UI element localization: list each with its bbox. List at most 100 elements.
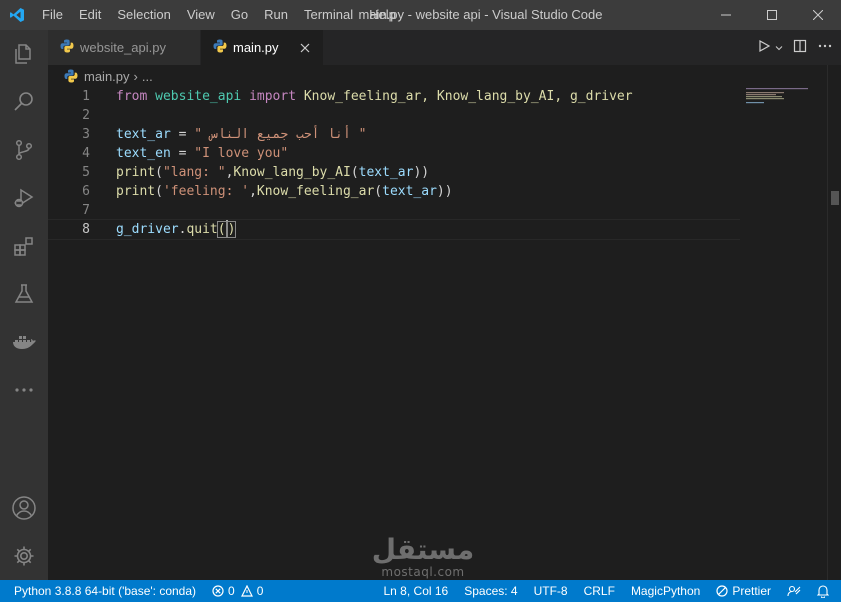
warning-icon (240, 585, 253, 597)
menu-selection[interactable]: Selection (109, 0, 178, 30)
prettier-disabled-icon (716, 585, 728, 597)
feedback-icon[interactable] (779, 580, 809, 602)
explorer-icon[interactable] (0, 30, 48, 78)
editor-more-actions-icon[interactable] (817, 39, 833, 56)
menu-view[interactable]: View (179, 0, 223, 30)
run-file-icon[interactable] (757, 39, 771, 56)
variable: text_ar (116, 127, 171, 142)
menu-run[interactable]: Run (256, 0, 296, 30)
warning-count: 0 (256, 584, 264, 598)
python-file-icon (213, 39, 227, 56)
maximize-icon[interactable] (749, 0, 795, 30)
function-name: Know_feeling_ar (256, 184, 375, 199)
cursor-position[interactable]: Ln 8, Col 16 (376, 580, 457, 602)
problems-indicator[interactable]: 0 0 (204, 580, 271, 602)
line-number: 4 (82, 146, 90, 161)
function-name: print (116, 184, 156, 199)
punctuation: ( (350, 165, 359, 180)
tab-label: website_api.py (80, 40, 166, 55)
title-bar: File Edit Selection View Go Run Terminal… (0, 0, 841, 30)
notifications-bell-icon[interactable] (809, 580, 841, 602)
code-line: 5 print("lang: ",Know_lang_by_AI(text_ar… (48, 163, 740, 182)
run-dropdown-chevron-icon[interactable] (775, 40, 783, 55)
tab-main-py[interactable]: main.py (201, 30, 324, 65)
line-number: 5 (82, 165, 90, 180)
line-number: 3 (82, 127, 90, 142)
vscode-logo-icon (0, 0, 34, 30)
operator: = (170, 127, 195, 142)
docker-icon[interactable] (0, 318, 48, 366)
scrollbar-thumb[interactable] (831, 191, 839, 205)
python-file-icon (64, 69, 78, 83)
menu-bar: File Edit Selection View Go Run Terminal… (34, 0, 404, 30)
vertical-scrollbar[interactable] (827, 65, 841, 580)
minimize-icon[interactable] (703, 0, 749, 30)
tab-website-api[interactable]: website_api.py (48, 30, 201, 65)
testing-icon[interactable] (0, 270, 48, 318)
prettier-status[interactable]: Prettier (708, 580, 779, 602)
more-icon[interactable] (0, 366, 48, 414)
keyword: import (249, 89, 297, 104)
accounts-icon[interactable] (0, 484, 48, 532)
variable: text_en (116, 146, 171, 161)
minimap[interactable] (742, 87, 814, 147)
code-line: 4 text_en = "I love you" (48, 144, 740, 163)
error-count: 0 (228, 584, 235, 598)
watermark-logo: مستقل mostaql.com (368, 535, 478, 583)
function-name: print (116, 165, 156, 180)
breadcrumb-more[interactable]: ... (142, 69, 153, 84)
end-of-line[interactable]: CRLF (576, 580, 623, 602)
code-line: 7 (48, 201, 740, 220)
string-literal: "I love you" (194, 146, 289, 161)
tab-close-icon[interactable] (297, 40, 313, 56)
punctuation: ( (155, 165, 163, 180)
imported-names: Know_feeling_ar, Know_lang_by_AI, g_driv… (303, 89, 633, 104)
string-literal: " أنا أحب جميع الناس " (194, 127, 367, 142)
menu-terminal[interactable]: Terminal (296, 0, 361, 30)
code-line: 6 print('feeling: ',Know_feeling_ar(text… (48, 182, 740, 201)
code-line: 3 text_ar = " أنا أحب جميع الناس " (48, 125, 740, 144)
breadcrumb-file[interactable]: main.py (84, 69, 130, 84)
extensions-icon[interactable] (0, 222, 48, 270)
variable: text_ar (358, 165, 414, 180)
source-control-icon[interactable] (0, 126, 48, 174)
language-mode[interactable]: MagicPython (623, 580, 708, 602)
activity-bar (0, 30, 48, 580)
menu-help[interactable]: Help (361, 0, 404, 30)
current-code-line: 8 g_driver.quit() (48, 219, 740, 240)
prettier-label: Prettier (732, 584, 771, 598)
code-line: 1 from website_api import Know_feeling_a… (48, 87, 740, 106)
punctuation: ( (155, 184, 163, 199)
editor-tabs: website_api.py main.py (48, 30, 841, 65)
module-name: website_api (155, 89, 242, 104)
close-icon[interactable] (795, 0, 841, 30)
python-interpreter[interactable]: Python 3.8.8 64-bit ('base': conda) (0, 580, 204, 602)
python-file-icon (60, 39, 74, 56)
menu-go[interactable]: Go (223, 0, 256, 30)
punctuation: , (249, 184, 257, 199)
indentation[interactable]: Spaces: 4 (456, 580, 525, 602)
settings-gear-icon[interactable] (0, 532, 48, 580)
string-literal: "lang: " (162, 165, 226, 180)
code-editor[interactable]: 1 from website_api import Know_feeling_a… (48, 87, 828, 580)
watermark-latin: mostaql.com (381, 565, 465, 579)
menu-file[interactable]: File (34, 0, 71, 30)
menu-edit[interactable]: Edit (71, 0, 109, 30)
punctuation: )) (436, 184, 453, 199)
operator: = (170, 146, 195, 161)
variable: text_ar (382, 184, 437, 199)
bracket-open: ( (216, 221, 227, 238)
line-number: 1 (82, 89, 90, 104)
function-name: Know_lang_by_AI (233, 165, 351, 180)
variable: g_driver (116, 222, 179, 237)
search-icon[interactable] (0, 78, 48, 126)
line-number: 6 (82, 184, 90, 199)
breadcrumb-separator: › (133, 68, 138, 84)
run-debug-icon[interactable] (0, 174, 48, 222)
error-icon (212, 585, 224, 597)
split-editor-icon[interactable] (793, 39, 807, 56)
function-name: quit (186, 222, 218, 237)
bracket-close: ) (226, 221, 237, 238)
file-encoding[interactable]: UTF-8 (526, 580, 576, 602)
watermark-arabic: مستقل (371, 533, 475, 566)
